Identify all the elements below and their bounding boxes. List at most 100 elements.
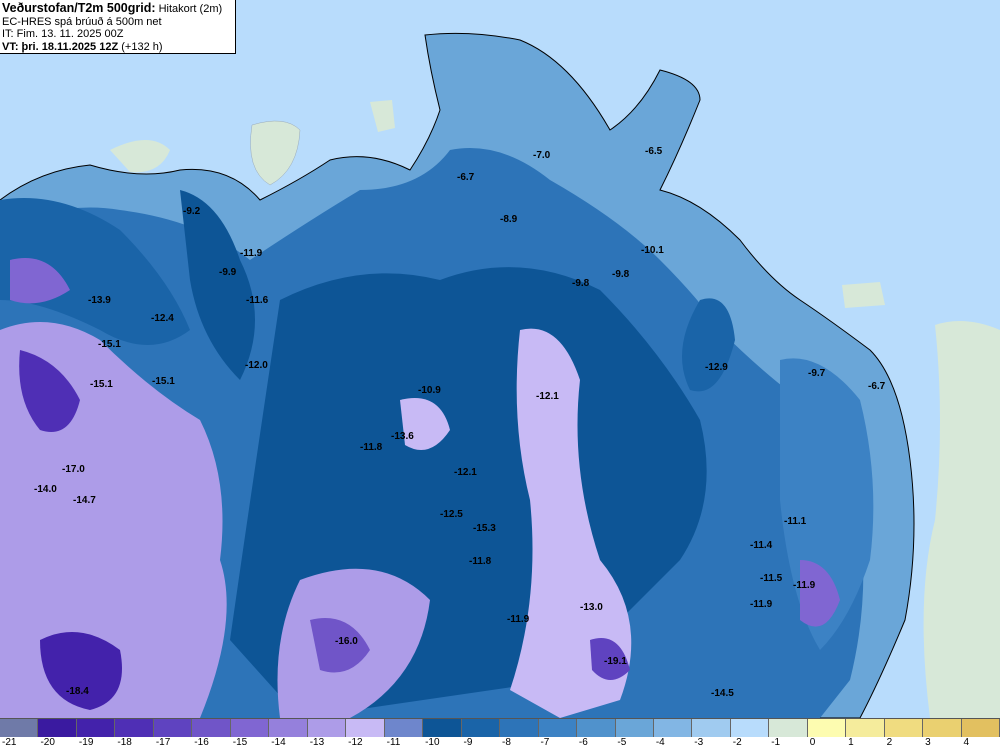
temperature-value-label: -12.4 (151, 313, 174, 324)
legend-swatch (500, 719, 539, 737)
temperature-value-label: -10.9 (418, 385, 441, 396)
temperature-value-label: -14.5 (711, 688, 734, 699)
temperature-value-label: -9.8 (612, 269, 630, 280)
temperature-value-label: -11.9 (793, 580, 816, 591)
temperature-value-label: -9.9 (219, 267, 237, 278)
valid-time: VT: þri. 18.11.2025 12Z (2, 40, 119, 53)
legend-tick-label: -19 (78, 737, 94, 748)
legend-tick-label: -8 (502, 737, 511, 748)
temperature-value-label: -16.0 (335, 636, 358, 647)
legend-tick-label: 2 (886, 737, 893, 748)
legend-swatch (192, 719, 231, 737)
legend-swatch (961, 719, 1000, 737)
legend-swatch (76, 719, 116, 737)
legend-tick-label: -3 (694, 737, 704, 748)
legend-swatch (577, 719, 616, 737)
legend-swatch (730, 719, 770, 737)
legend-swatch (307, 719, 347, 737)
temperature-value-label: -11.4 (750, 540, 773, 551)
init-time: IT: Fim. 13. 11. 2025 00Z (2, 28, 124, 40)
temperature-value-label: -11.8 (360, 442, 383, 453)
temperature-value-label: -11.5 (760, 573, 783, 584)
legend-swatch (115, 719, 154, 737)
map-subtitle: Hitakort (2m) (158, 3, 223, 15)
temperature-value-label: -11.9 (240, 248, 263, 259)
temperature-value-label: -9.7 (808, 368, 826, 379)
legend-swatch (846, 719, 885, 737)
legend-tick-label: 4 (963, 737, 970, 748)
legend-swatch (153, 719, 193, 737)
color-legend: -21 -20 -19 -18 -17 -16 -15 -14 -13 -12 -11 -10 -9 -8… (0, 718, 1000, 748)
legend-tick-labels: -21 -20 -19 -18 -17 -16 -15 -14 -13 -12 -11 -10 -9 -8… (0, 737, 1000, 748)
legend-tick-label: -17 (155, 737, 171, 748)
legend-tick-label: -9 (463, 737, 473, 748)
legend-tick-label: -14 (271, 737, 286, 748)
temperature-value-label: -7.0 (533, 150, 551, 161)
legend-swatches (0, 718, 1000, 737)
legend-swatch (653, 719, 693, 737)
temperature-value-label: -12.0 (245, 360, 268, 371)
temperature-value-label: -6.5 (645, 146, 663, 157)
map-title-box: Veðurstofan/T2m 500grid: Hitakort (2m) E… (0, 0, 236, 54)
temperature-value-label: -15.1 (152, 376, 175, 387)
legend-tick-label: -5 (617, 737, 627, 748)
legend-tick-label: -6 (578, 737, 588, 748)
legend-tick-label: 0 (809, 737, 816, 748)
legend-tick-label: -11 (386, 737, 401, 748)
legend-swatch (346, 719, 385, 737)
temperature-value-label: -15.1 (90, 379, 113, 390)
land-temperature-fields (0, 32, 915, 718)
legend-tick-label: -18 (117, 737, 132, 748)
temperature-value-label: -6.7 (457, 172, 475, 183)
temperature-value-label: -13.0 (580, 602, 603, 613)
temperature-value-label: -10.1 (641, 245, 664, 256)
legend-swatch (692, 719, 731, 737)
temperature-value-label: -11.9 (507, 614, 530, 625)
legend-swatch (384, 719, 424, 737)
temperature-value-label: -13.9 (88, 295, 111, 306)
temperature-value-label: -11.1 (784, 516, 807, 527)
temperature-value-label: -18.4 (66, 686, 89, 697)
temperature-value-label: -11.8 (469, 556, 492, 567)
legend-swatch (0, 719, 39, 737)
temperature-value-label: -15.1 (98, 339, 121, 350)
temperature-map: -7.0 -6.5-6.7-8.9-10.1-9.8-9.8-9.2-11.9-9… (0, 32, 1000, 718)
temperature-value-label: -17.0 (62, 464, 85, 475)
legend-tick-label: -12 (348, 737, 363, 748)
temperature-value-label: -8.9 (500, 214, 518, 225)
legend-tick-label: -7 (540, 737, 550, 748)
model-description: EC-HRES spá brúuð á 500m net (2, 15, 162, 28)
legend-swatch (269, 719, 308, 737)
legend-swatch (230, 719, 270, 737)
temperature-value-label: -12.1 (454, 467, 477, 478)
temperature-value-label: -12.9 (705, 362, 728, 373)
legend-swatch (884, 719, 924, 737)
temperature-value-label: -9.2 (183, 206, 201, 217)
legend-tick-label: 1 (848, 737, 854, 748)
legend-tick-label: -15 (232, 737, 248, 748)
legend-swatch (423, 719, 462, 737)
legend-swatch (615, 719, 654, 737)
legend-tick-label: 3 (925, 737, 931, 748)
temperature-value-label: -14.0 (34, 484, 57, 495)
legend-swatch (769, 719, 808, 737)
legend-swatch (538, 719, 578, 737)
legend-tick-label: -16 (194, 737, 209, 748)
legend-swatch (923, 719, 962, 737)
legend-tick-label: -1 (771, 737, 781, 748)
legend-tick-label: -13 (309, 737, 325, 748)
map-title: Veðurstofan/T2m 500grid: (2, 1, 156, 15)
legend-tick-label: -4 (655, 737, 665, 748)
temperature-value-label: -15.3 (473, 523, 496, 534)
legend-tick-label: -20 (40, 737, 55, 748)
temperature-value-label: -14.7 (73, 495, 96, 506)
temperature-value-label: -6.7 (868, 381, 886, 392)
temperature-value-label: -19.1 (604, 656, 627, 667)
legend-tick-label: -10 (425, 737, 440, 748)
legend-swatch (38, 719, 77, 737)
temperature-value-label: -11.9 (750, 599, 773, 610)
temperature-value-label: -12.5 (440, 509, 463, 520)
legend-tick-label: -21 (2, 737, 17, 748)
temperature-value-label: -9.8 (572, 278, 590, 289)
temperature-value-label: -13.6 (391, 431, 414, 442)
